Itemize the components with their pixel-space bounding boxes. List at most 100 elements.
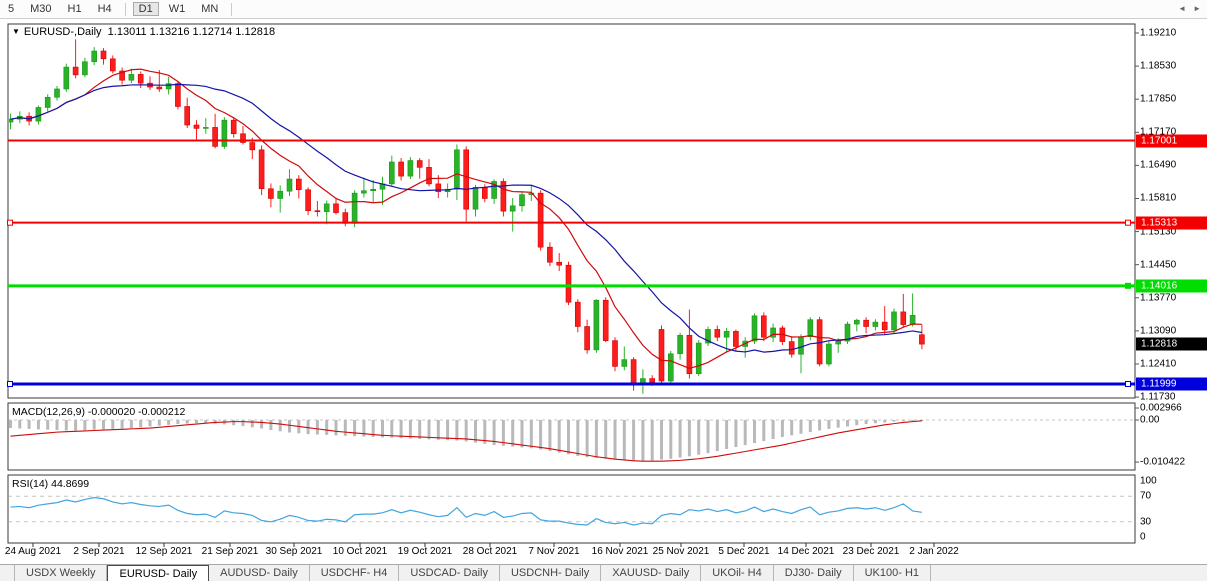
candle-body [919,335,924,344]
macd-histogram-bar [167,420,170,425]
price-axis-label: 1.15810 [1140,193,1176,204]
tab-scroll-right-icon[interactable]: ► [1193,4,1201,13]
tab-eurusd-daily[interactable]: EURUSD- Daily [107,565,209,581]
candle-body [668,354,673,381]
hline-handle [1126,220,1131,225]
tab-scroll-left-icon[interactable]: ◄ [1178,4,1186,13]
date-label: 5 Dec 2021 [718,546,769,557]
candle-body [882,322,887,330]
macd-histogram-bar [93,420,96,430]
price-axis-label: 1.19210 [1140,28,1176,39]
macd-histogram-bar [809,420,812,432]
macd-histogram-bar [511,420,514,447]
macd-histogram-bar [800,420,803,434]
macd-histogram-bar [316,420,319,435]
candle-body [678,335,683,353]
date-label: 10 Oct 2021 [333,546,387,557]
macd-histogram-bar [111,420,114,429]
tab-dj30-daily[interactable]: DJ30- Daily [774,565,854,581]
tab-usdcnh-daily[interactable]: USDCNH- Daily [500,565,601,581]
candle-body [138,74,143,83]
date-label: 25 Nov 2021 [653,546,710,557]
tab-usdchf-h4[interactable]: USDCHF- H4 [310,565,400,581]
hline-handle [8,381,13,386]
macd-histogram-bar [214,420,217,424]
macd-histogram-bar [660,420,663,460]
candle-body [622,360,627,367]
macd-histogram-bar [251,420,254,427]
macd-histogram-bar [83,420,86,430]
price-tag-1.11999: 1.11999 [1136,377,1207,390]
hline-handle [1126,283,1131,288]
candle-body [585,327,590,350]
macd-histogram-bar [548,420,551,451]
tab-xauusd-daily[interactable]: XAUUSD- Daily [601,565,701,581]
mt4-window: { "toolbar": { "items": ["5", "M30", "H1… [0,0,1207,580]
chart-symbol-period: EURUSD-,Daily [24,26,102,38]
current-price-tag: 1.12818 [1136,338,1207,351]
macd-histogram-bar [176,420,179,424]
macd-histogram-bar [37,420,40,429]
rsi-indicator-label: RSI(14) 44.8699 [12,478,89,490]
macd-histogram-bar [428,420,431,439]
candle-body [203,127,208,128]
candle-body [547,247,552,262]
macd-histogram-bar [279,420,282,431]
candle-body [278,191,283,198]
hline-handle [8,220,13,225]
macd-histogram-bar [725,420,728,449]
price-axis-label: 1.13090 [1140,325,1176,336]
macd-histogram-bar [772,420,775,439]
price-axis-label: 1.17850 [1140,94,1176,105]
macd-histogram-bar [195,420,198,423]
candle-body [910,315,915,324]
candle-body [213,127,218,146]
macd-histogram-bar [186,420,189,424]
macd-histogram-bar [846,420,849,426]
macd-histogram-bar [149,420,152,426]
macd-histogram-bar [437,420,440,440]
tab-audusd-daily[interactable]: AUDUSD- Daily [209,565,310,581]
candle-body [157,87,162,89]
candle-body [417,161,422,168]
macd-histogram-bar [325,420,328,435]
tab-uk100-h1[interactable]: UK100- H1 [854,565,931,581]
candle-body [175,84,180,107]
candle-body [733,331,738,346]
tab-usdx-weekly[interactable]: USDX Weekly [14,565,107,581]
candle-body [826,344,831,364]
macd-axis-label: 0.002966 [1140,403,1182,414]
chart-dropdown-icon[interactable]: ▼ [12,27,20,36]
rsi-axis-label: 30 [1140,516,1151,527]
date-label: 7 Nov 2021 [528,546,579,557]
candles-layer [8,39,924,393]
macd-histogram-bar [288,420,291,433]
chart-canvas[interactable] [0,0,1207,564]
macd-histogram-bar [130,420,133,428]
macd-histogram-bar [74,420,77,430]
macd-histogram-bar [614,420,617,460]
candle-body [454,150,459,189]
candle-body [352,193,357,223]
macd-layer [8,420,1135,461]
candle-body [464,150,469,209]
macd-histogram-bar [232,420,235,425]
macd-histogram-bar [576,420,579,456]
macd-histogram-bar [911,420,914,421]
candle-body [631,360,636,385]
macd-histogram-bar [753,420,756,443]
rsi-line [11,497,922,525]
macd-histogram-bar [9,420,12,428]
candle-body [194,125,199,128]
macd-histogram-bar [688,420,691,456]
hline-handle [1126,381,1131,386]
tab-usdcad-daily[interactable]: USDCAD- Daily [399,565,500,581]
price-tag-1.17001: 1.17001 [1136,134,1207,147]
candle-body [603,300,608,340]
macd-histogram-bar [567,420,570,454]
candle-body [45,97,50,107]
tab-ukoil-h4[interactable]: UKOil- H4 [701,565,774,581]
chart-title: ▼EURUSD-,Daily 1.13011 1.13216 1.12714 1… [12,26,275,38]
macd-histogram-bar [56,420,59,430]
candle-body [73,67,78,75]
